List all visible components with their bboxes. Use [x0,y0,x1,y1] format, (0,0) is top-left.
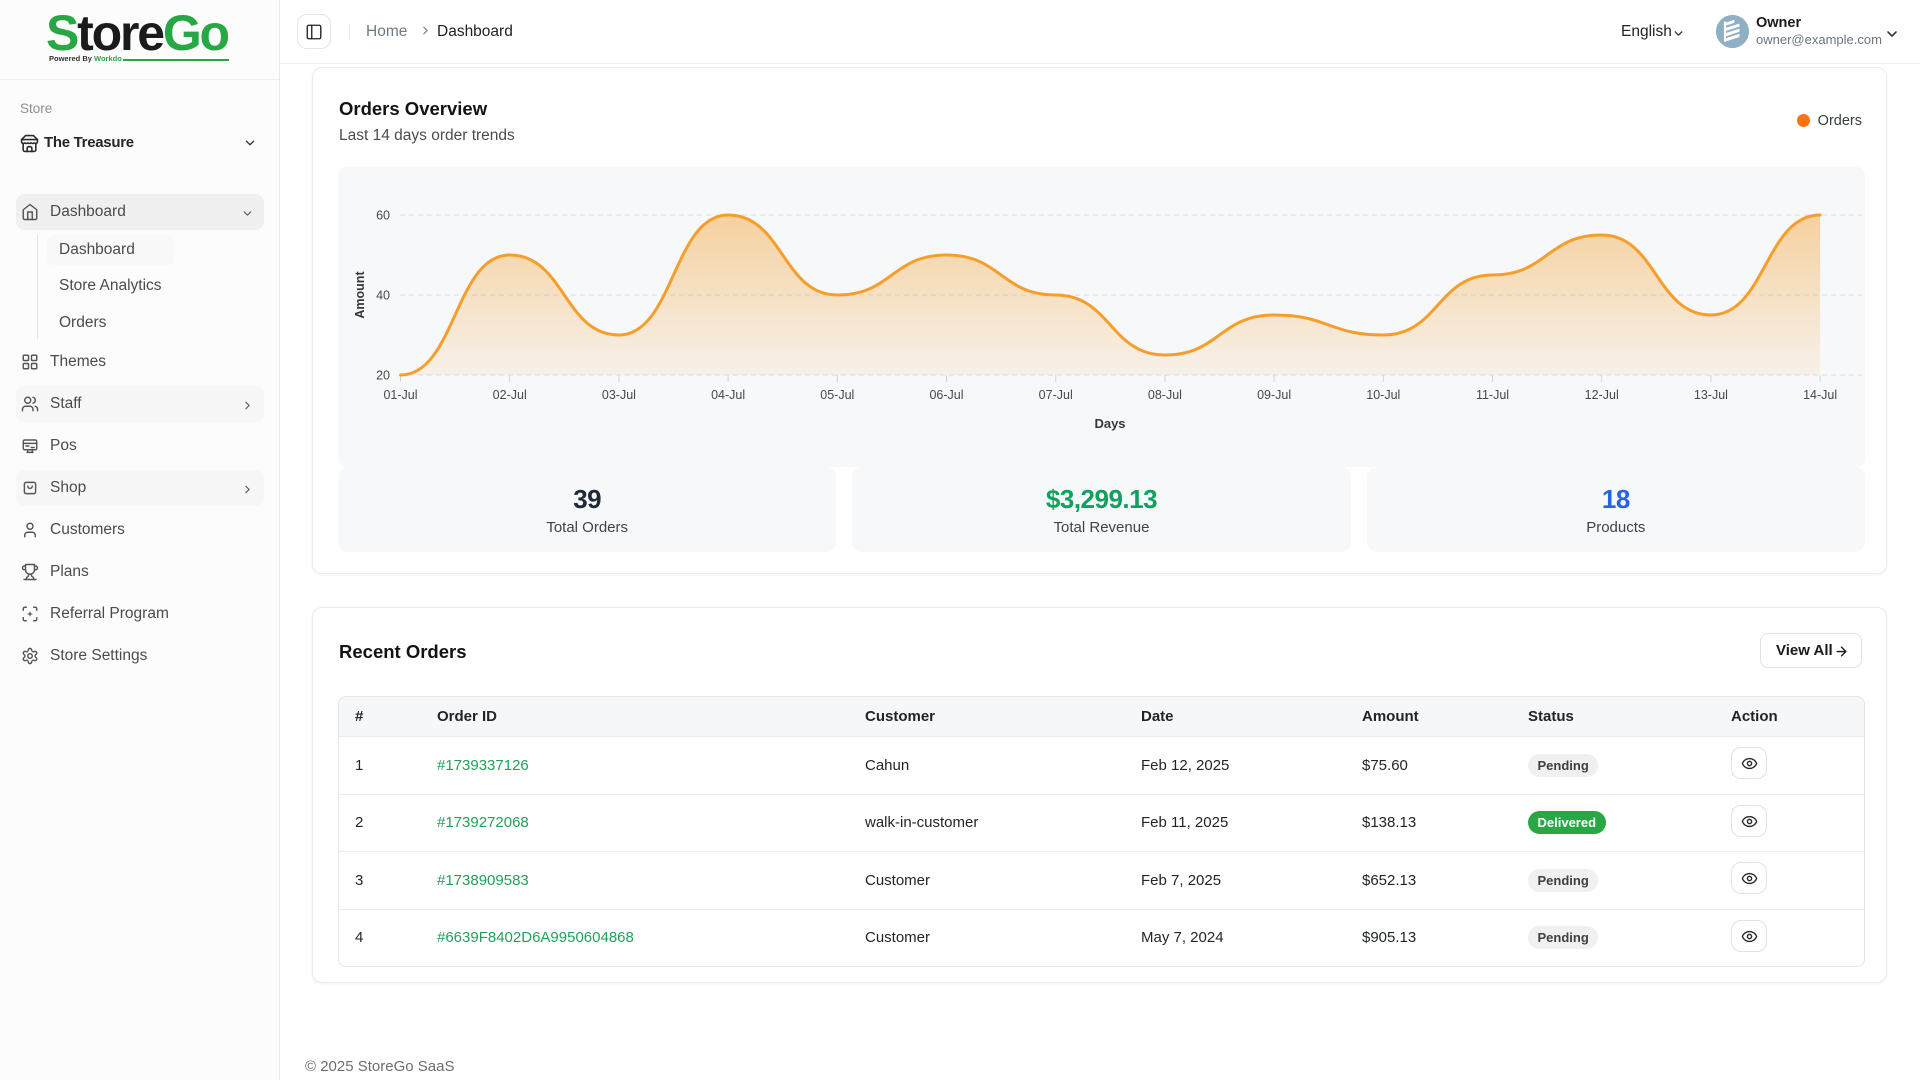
svg-text:01-Jul: 01-Jul [383,388,417,402]
svg-text:60: 60 [376,209,390,223]
svg-text:13-Jul: 13-Jul [1694,388,1728,402]
svg-text:20: 20 [376,369,390,383]
svg-text:12-Jul: 12-Jul [1585,388,1619,402]
svg-text:05-Jul: 05-Jul [820,388,854,402]
svg-text:06-Jul: 06-Jul [929,388,963,402]
svg-text:02-Jul: 02-Jul [493,388,527,402]
svg-text:09-Jul: 09-Jul [1257,388,1291,402]
svg-text:03-Jul: 03-Jul [602,388,636,402]
svg-text:40: 40 [376,289,390,303]
svg-text:07-Jul: 07-Jul [1039,388,1073,402]
svg-text:04-Jul: 04-Jul [711,388,745,402]
svg-text:10-Jul: 10-Jul [1366,388,1400,402]
svg-text:11-Jul: 11-Jul [1476,388,1509,402]
svg-text:08-Jul: 08-Jul [1148,388,1182,402]
svg-text:Days: Days [1094,416,1125,431]
svg-text:Amount: Amount [353,271,367,319]
svg-text:14-Jul: 14-Jul [1803,388,1837,402]
